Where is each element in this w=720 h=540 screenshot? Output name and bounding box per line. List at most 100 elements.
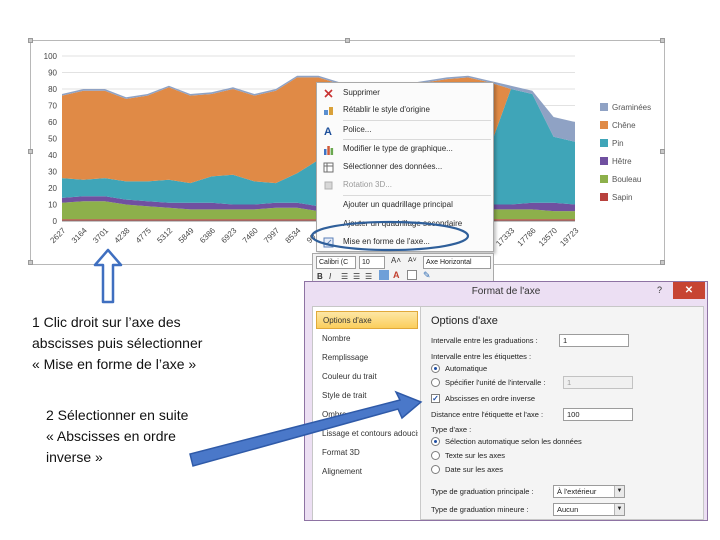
format-axis-dialog: Format de l'axe ? ✕ Options d'axe Nombre… xyxy=(304,281,708,521)
axis-type-date-radio[interactable] xyxy=(431,465,440,474)
category-axis-options[interactable]: Options d'axe xyxy=(316,311,418,329)
menu-item-label: Modifier le type de graphique... xyxy=(343,144,453,153)
axis-type-auto-radio[interactable] xyxy=(431,437,440,446)
context-menu: Supprimer Rétablir le style d'origine A … xyxy=(316,82,494,252)
interval-ticks-label: Intervalle entre les graduations : xyxy=(431,336,538,345)
legend-label: Pin xyxy=(612,139,624,148)
chart-element-select[interactable]: Axe Horizontal xyxy=(423,256,491,269)
legend-label: Bouleau xyxy=(612,175,642,184)
chart-resize-handle[interactable] xyxy=(28,260,33,265)
step2-line: inverse » xyxy=(46,449,103,465)
help-icon[interactable]: ? xyxy=(657,285,662,295)
font-icon: A xyxy=(323,124,334,138)
interval-labels-label: Intervalle entre les étiquettes : xyxy=(431,352,532,361)
chart-type-icon xyxy=(323,143,334,155)
automatic-label: Automatique xyxy=(445,364,488,373)
close-button[interactable]: ✕ xyxy=(673,282,705,299)
specify-unit-radio[interactable] xyxy=(431,378,440,387)
chevron-down-icon: ▼ xyxy=(614,504,624,515)
menu-item-reset-style[interactable]: Rétablir le style d'origine xyxy=(317,100,493,119)
step1-callout: 1 Clic droit sur l’axe des abscisses pui… xyxy=(32,312,202,375)
minor-tick-value: Aucun xyxy=(557,505,579,514)
svg-text:A: A xyxy=(324,126,332,136)
step1-line: « Mise en forme de l’axe » xyxy=(32,356,197,372)
menu-item-change-chart-type[interactable]: Modifier le type de graphique... xyxy=(317,139,493,158)
font-color-icon[interactable]: A xyxy=(393,270,400,280)
legend-item-pin: Pin xyxy=(600,139,624,148)
axis-type-text-radio[interactable] xyxy=(431,451,440,460)
chart-resize-handle[interactable] xyxy=(28,149,33,154)
category-alignment[interactable]: Alignement xyxy=(316,463,418,481)
menu-item-font[interactable]: A Police... xyxy=(317,120,493,139)
minor-tick-select[interactable]: Aucun ▼ xyxy=(553,503,625,516)
dialog-titlebar[interactable]: Format de l'axe ? ✕ xyxy=(305,282,707,304)
italic-icon[interactable]: I xyxy=(329,272,331,281)
chart-resize-handle[interactable] xyxy=(660,260,665,265)
delete-icon xyxy=(323,87,334,98)
legend-item-sapin: Sapin xyxy=(600,193,632,202)
select-data-icon xyxy=(323,161,334,173)
dialog-title: Format de l'axe xyxy=(471,286,541,297)
category-shadow[interactable]: Ombre xyxy=(316,406,418,424)
font-size-select[interactable]: 10 xyxy=(359,256,385,269)
format-axis-icon xyxy=(323,236,334,248)
reverse-order-label: Abscisses en ordre inverse xyxy=(445,394,536,403)
legend-label: Sapin xyxy=(612,193,633,202)
menu-item-label: Mise en forme de l'axe... xyxy=(343,237,430,246)
category-3d-format[interactable]: Format 3D xyxy=(316,444,418,462)
reverse-order-checkbox[interactable]: ✓ xyxy=(431,394,440,403)
menu-item-select-data[interactable]: Sélectionner des données... xyxy=(317,157,493,176)
menu-item-label: Supprimer xyxy=(343,88,380,97)
legend-swatch xyxy=(600,175,608,183)
menu-item-add-minor-gridlines[interactable]: Ajouter un quadrillage secondaire xyxy=(317,214,493,233)
axis-type-date-label: Date sur les axes xyxy=(445,465,503,474)
dialog-body: Options d'axe Nombre Remplissage Couleur… xyxy=(312,306,704,520)
menu-item-label: Rétablir le style d'origine xyxy=(343,105,430,114)
automatic-radio[interactable] xyxy=(431,364,440,373)
legend-label: Graminées xyxy=(612,103,652,112)
align-right-icon[interactable]: ☰ xyxy=(365,272,372,281)
reset-style-icon xyxy=(323,104,334,115)
category-line-style[interactable]: Style de trait xyxy=(316,387,418,405)
major-tick-select[interactable]: À l'extérieur ▼ xyxy=(553,485,625,498)
interval-ticks-input[interactable]: 1 xyxy=(559,334,629,347)
align-left-icon[interactable]: ☰ xyxy=(341,272,348,281)
fill-color-icon[interactable] xyxy=(379,270,389,280)
category-fill[interactable]: Remplissage xyxy=(316,349,418,367)
chart-resize-handle[interactable] xyxy=(345,38,350,43)
specify-unit-input[interactable]: 1 xyxy=(563,376,633,389)
category-number[interactable]: Nombre xyxy=(316,330,418,348)
step1-line: 1 Clic droit sur l’axe des xyxy=(32,314,181,330)
menu-item-label: Police... xyxy=(343,125,372,134)
distance-label: Distance entre l'étiquette et l'axe : xyxy=(431,410,544,419)
align-center-icon[interactable]: ☰ xyxy=(353,272,360,281)
rotation-3d-icon xyxy=(323,179,334,190)
format-painter-icon[interactable]: ✎ xyxy=(423,270,431,281)
grow-font-icon[interactable]: A˄ xyxy=(391,256,401,265)
distance-input[interactable]: 100 xyxy=(563,408,633,421)
legend-swatch xyxy=(600,193,608,201)
specify-unit-label: Spécifier l'unité de l'intervalle : xyxy=(445,378,546,387)
menu-item-format-axis[interactable]: Mise en forme de l'axe... xyxy=(317,232,493,251)
chart-resize-handle[interactable] xyxy=(28,38,33,43)
legend-swatch xyxy=(600,139,608,147)
menu-item-rotation-3d: Rotation 3D... xyxy=(317,175,493,194)
chart-resize-handle[interactable] xyxy=(660,38,665,43)
legend-label: Hêtre xyxy=(612,157,632,166)
category-line-color[interactable]: Couleur du trait xyxy=(316,368,418,386)
category-soft-edges[interactable]: Lissage et contours adoucis xyxy=(316,425,418,443)
legend-item-bouleau: Bouleau xyxy=(600,175,641,184)
menu-item-label: Sélectionner des données... xyxy=(343,162,443,171)
menu-item-label: Ajouter un quadrillage principal xyxy=(343,200,453,209)
bold-icon[interactable]: B xyxy=(317,272,323,281)
legend-label: Chêne xyxy=(612,121,636,130)
legend-item-hetre: Hêtre xyxy=(600,157,632,166)
shrink-font-icon[interactable]: A˅ xyxy=(408,257,417,264)
chart-resize-handle[interactable] xyxy=(660,149,665,154)
menu-item-add-major-gridlines[interactable]: Ajouter un quadrillage principal xyxy=(317,195,493,214)
minor-tick-label: Type de graduation mineure : xyxy=(431,505,529,514)
category-list: Options d'axe Nombre Remplissage Couleur… xyxy=(313,307,421,520)
font-name-select[interactable]: Calibri (C xyxy=(316,256,356,269)
axis-type-text-label: Texte sur les axes xyxy=(445,451,506,460)
outline-color-icon[interactable] xyxy=(407,270,417,280)
